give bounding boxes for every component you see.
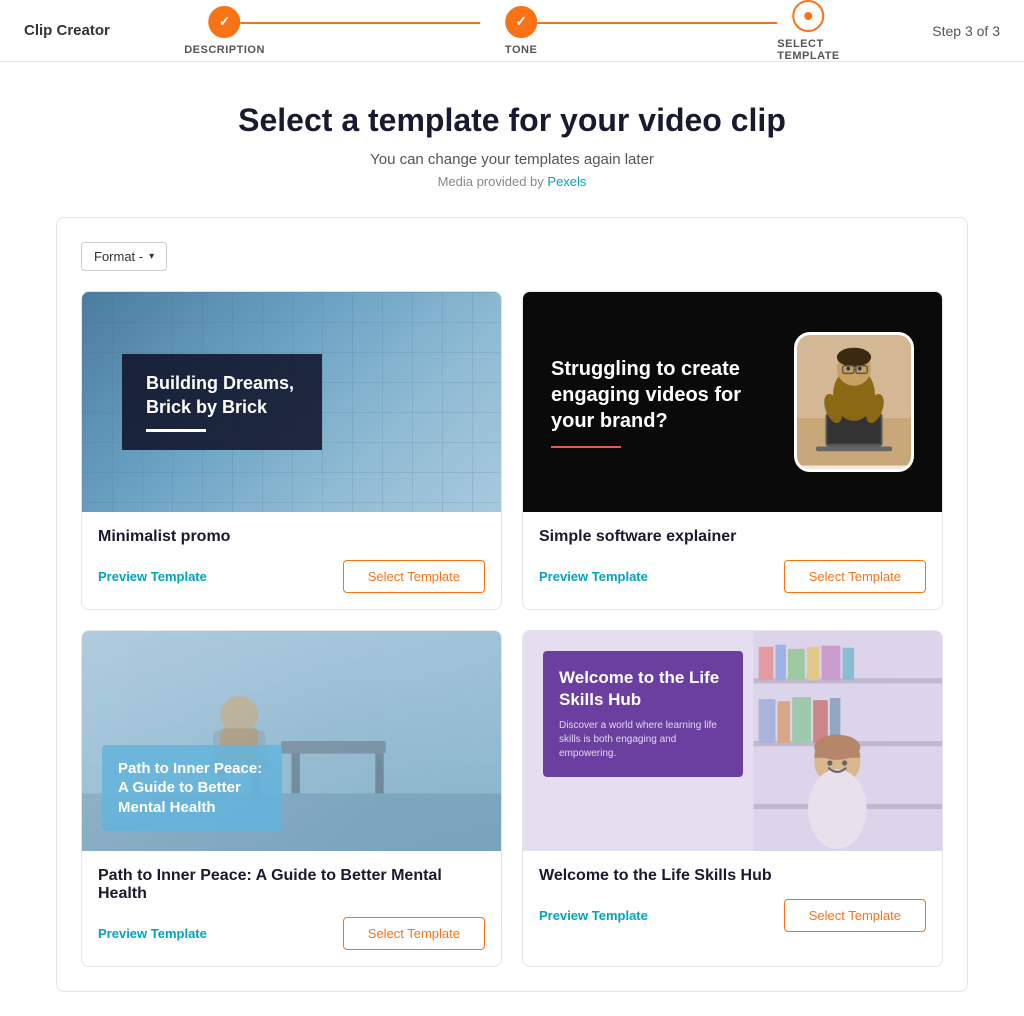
template-actions-skills: Preview Template Select Template	[539, 899, 926, 932]
check-icon: ✓	[219, 13, 231, 30]
person-frame	[794, 332, 914, 472]
thumbnail-minimalist: Building Dreams, Brick by Brick	[82, 292, 501, 512]
thumbnail-mental: Path to Inner Peace: A Guide to Better M…	[82, 631, 501, 851]
app-title: Clip Creator	[24, 22, 110, 39]
format-button[interactable]: Format - ▾	[81, 242, 167, 271]
check-icon-2: ✓	[515, 13, 527, 30]
format-button-label: Format -	[94, 249, 143, 264]
template-actions-software: Preview Template Select Template	[539, 560, 926, 593]
select-template-button-skills[interactable]: Select Template	[784, 899, 926, 932]
thumbnail-skills: Welcome to the Life Skills Hub Discover …	[523, 631, 942, 851]
minimalist-title-text: Building Dreams, Brick by Brick	[146, 373, 294, 416]
skills-title-text: Welcome to the Life Skills Hub	[559, 667, 727, 711]
template-grid: Building Dreams, Brick by Brick Minimali…	[81, 291, 943, 967]
select-template-button-minimalist[interactable]: Select Template	[343, 560, 485, 593]
preview-template-link-software[interactable]: Preview Template	[539, 569, 648, 584]
template-card-footer-software: Simple software explainer Preview Templa…	[523, 512, 942, 609]
step-select-template: SELECT TEMPLATE	[777, 0, 839, 62]
pexels-link[interactable]: Pexels	[547, 174, 586, 189]
minimalist-title-box: Building Dreams, Brick by Brick	[122, 354, 322, 450]
template-name-skills: Welcome to the Life Skills Hub	[539, 867, 926, 885]
template-actions-minimalist: Preview Template Select Template	[98, 560, 485, 593]
software-underline	[551, 446, 621, 448]
preview-template-link-skills[interactable]: Preview Template	[539, 908, 648, 923]
template-card-footer-mental: Path to Inner Peace: A Guide to Better M…	[82, 851, 501, 966]
media-credit: Media provided by Pexels	[56, 174, 968, 189]
preview-template-link-minimalist[interactable]: Preview Template	[98, 569, 207, 584]
active-dot	[805, 12, 813, 20]
mental-text: Path to Inner Peace: A Guide to Better M…	[118, 759, 266, 818]
step-description-label: DESCRIPTION	[184, 44, 265, 56]
title-underline	[146, 429, 206, 432]
media-credit-text: Media provided by	[438, 174, 548, 189]
template-name-minimalist: Minimalist promo	[98, 528, 485, 546]
template-container: Format - ▾ Building Dreams, Brick by Bri…	[56, 217, 968, 992]
thumbnail-software: Struggling to create engaging videos for…	[523, 292, 942, 512]
skills-desc-text: Discover a world where learning life ski…	[559, 719, 727, 761]
person-svg	[797, 332, 911, 469]
mental-text-box: Path to Inner Peace: A Guide to Better M…	[102, 745, 282, 832]
preview-template-link-mental[interactable]: Preview Template	[98, 926, 207, 941]
template-card-minimalist: Building Dreams, Brick by Brick Minimali…	[81, 291, 502, 610]
select-template-button-software[interactable]: Select Template	[784, 560, 926, 593]
template-card-footer-minimalist: Minimalist promo Preview Template Select…	[82, 512, 501, 609]
step-tone-label: TONE	[505, 44, 537, 56]
step-description-circle: ✓	[209, 6, 241, 38]
page-subtitle: You can change your templates again late…	[56, 151, 968, 168]
software-text-area: Struggling to create engaging videos for…	[551, 356, 774, 448]
top-nav: Clip Creator ✓ DESCRIPTION ✓ TONE SELECT…	[0, 0, 1024, 62]
page-title: Select a template for your video clip	[56, 102, 968, 139]
software-title-text: Struggling to create engaging videos for…	[551, 356, 774, 434]
template-card-software: Struggling to create engaging videos for…	[522, 291, 943, 610]
step-select-template-label: SELECT TEMPLATE	[777, 38, 839, 62]
step-tone: ✓ TONE	[505, 6, 537, 56]
page-content: Select a template for your video clip Yo…	[32, 62, 992, 1016]
stepper: ✓ DESCRIPTION ✓ TONE SELECT TEMPLATE	[184, 0, 840, 62]
template-card-footer-skills: Welcome to the Life Skills Hub Preview T…	[523, 851, 942, 948]
step-description: ✓ DESCRIPTION	[184, 6, 265, 56]
template-actions-mental: Preview Template Select Template	[98, 917, 485, 950]
step-select-template-circle	[793, 0, 825, 32]
template-name-software: Simple software explainer	[539, 528, 926, 546]
chevron-down-icon: ▾	[149, 251, 154, 262]
template-name-mental: Path to Inner Peace: A Guide to Better M…	[98, 867, 485, 903]
skills-purple-box: Welcome to the Life Skills Hub Discover …	[543, 651, 743, 777]
step-counter: Step 3 of 3	[932, 23, 1000, 39]
step-tone-circle: ✓	[505, 6, 537, 38]
select-template-button-mental[interactable]: Select Template	[343, 917, 485, 950]
